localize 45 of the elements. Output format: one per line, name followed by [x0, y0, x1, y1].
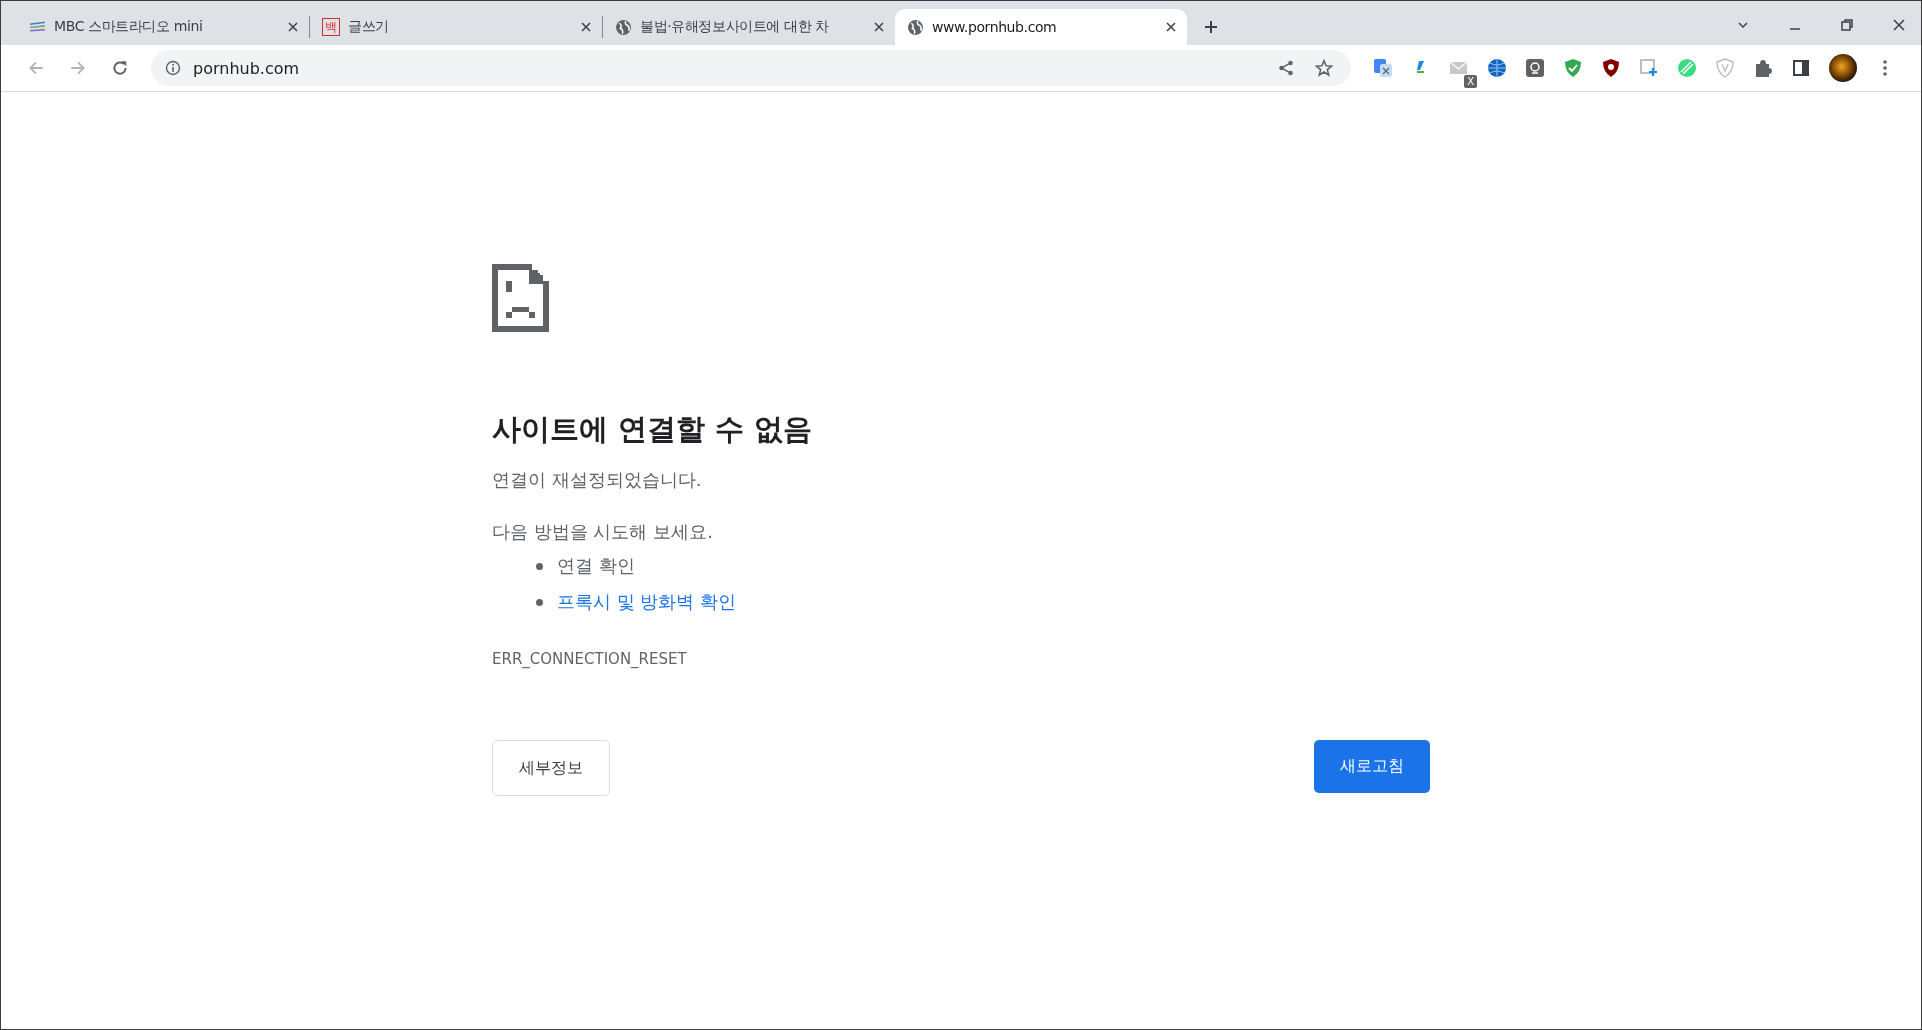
bullet: [536, 562, 543, 570]
close-icon[interactable]: [873, 21, 885, 33]
address-bar[interactable]: pornhub.com: [151, 50, 1351, 86]
globe-icon: [907, 18, 924, 36]
close-icon[interactable]: [1165, 21, 1177, 33]
star-icon[interactable]: [1315, 59, 1333, 77]
new-tab-icon[interactable]: [1203, 19, 1219, 35]
suggestion-link[interactable]: 프록시 및 방화벽 확인: [557, 590, 737, 614]
tab-title: 글쓰기: [348, 18, 390, 36]
badge-text: X: [1464, 75, 1477, 88]
bulb-icon[interactable]: [1525, 58, 1545, 78]
tab-title: MBC 스마트라디오 mini: [54, 18, 204, 36]
shield-icon[interactable]: [1601, 58, 1621, 78]
avatar[interactable]: [1829, 54, 1857, 82]
bullet: [536, 598, 543, 606]
browser-tab[interactable]: MBC 스마트라디오 mini: [17, 9, 309, 45]
browser-tab[interactable]: 백 글쓰기: [310, 9, 602, 45]
close-icon[interactable]: [287, 21, 299, 33]
browser-tab[interactable]: www.pornhub.com: [895, 9, 1187, 45]
share-icon[interactable]: [1277, 59, 1295, 77]
puzzle-icon[interactable]: [1753, 58, 1773, 78]
shield-check-icon[interactable]: [1563, 58, 1583, 78]
browser-tab[interactable]: 불법·유해정보사이트에 대한 차: [603, 9, 895, 45]
translate-icon[interactable]: [1373, 58, 1393, 78]
error-heading: 사이트에 연결할 수 없음: [492, 411, 814, 448]
sad-page-icon: [492, 264, 549, 332]
error-code: ERR_CONNECTION_RESET: [492, 650, 688, 668]
globe-icon: [615, 18, 632, 36]
restore-icon[interactable]: [1839, 17, 1855, 33]
side-panel-icon[interactable]: [1791, 58, 1811, 78]
url-text: pornhub.com: [193, 58, 300, 78]
site-favicon: 백: [322, 18, 340, 36]
reload-button[interactable]: 새로고침: [1314, 740, 1430, 793]
suggestion-text: 연결 확인: [557, 554, 635, 578]
globe-icon[interactable]: [1487, 58, 1507, 78]
suggestion-intro: 다음 방법을 시도해 보세요.: [492, 520, 714, 544]
details-button[interactable]: 세부정보: [492, 740, 610, 796]
close-icon[interactable]: [1891, 17, 1907, 33]
tab-title: www.pornhub.com: [932, 19, 1058, 35]
close-icon[interactable]: [580, 21, 592, 33]
window-plus-icon[interactable]: [1639, 58, 1659, 78]
error-message: 연결이 재설정되었습니다.: [492, 468, 703, 492]
info-icon[interactable]: [165, 60, 181, 76]
reload-icon[interactable]: [111, 59, 129, 77]
tab-title: 불법·유해정보사이트에 대한 차: [640, 18, 830, 36]
